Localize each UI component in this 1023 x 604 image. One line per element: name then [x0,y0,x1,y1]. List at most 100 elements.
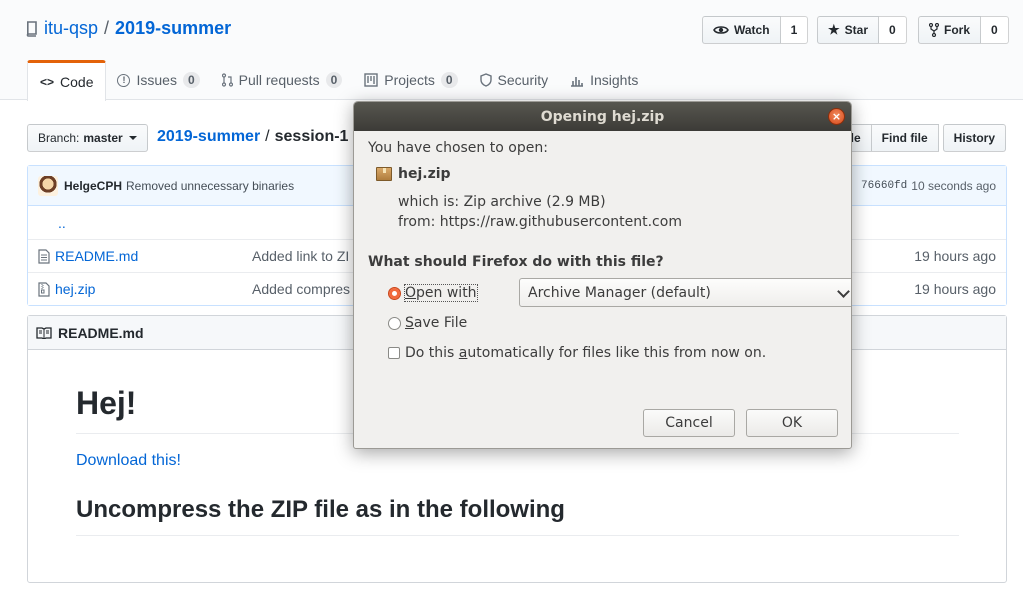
tab-pull-requests[interactable]: Pull requests 0 [211,60,354,100]
commit-message[interactable]: Removed unnecessary binaries [126,179,294,193]
tab-code[interactable]: <> Code [27,60,107,101]
file-name-text[interactable]: README.md [55,248,138,264]
application-select[interactable]: Archive Manager (default) [519,278,851,307]
auto-checkbox[interactable] [388,347,400,359]
repo-separator: / [104,18,110,38]
find-file-label: Find file [881,131,928,145]
tab-pull-requests-label: Pull requests [238,72,320,88]
auto-option[interactable]: Do this automatically for files like thi… [388,338,837,368]
issue-icon: ! [117,73,131,87]
commit-meta: 76660fd 10 seconds ago [861,179,996,193]
breadcrumb: 2019-summer / session-1 / [157,128,358,146]
watch-button[interactable]: Watch [702,16,781,44]
tab-security[interactable]: Security [469,60,560,100]
open-with-option[interactable]: Open with Archive Manager (default) [388,278,851,308]
tab-code-label: Code [60,74,94,90]
repo-title: itu-qsp / 2019-summer [26,18,231,39]
application-select-value: Archive Manager (default) [528,284,711,301]
tab-pull-requests-counter: 0 [325,72,343,88]
avatar[interactable] [38,175,58,196]
star-count[interactable]: 0 [879,16,907,44]
tab-issues-label: Issues [136,72,177,88]
breadcrumb-root-link[interactable]: 2019-summer [157,128,260,146]
commit-age: 10 seconds ago [911,178,996,193]
readme-title: README.md [58,324,144,341]
watch-count[interactable]: 1 [780,16,809,44]
ok-label: OK [781,415,803,431]
file-name[interactable]: hej.zip [38,281,95,297]
tab-projects-counter: 0 [440,72,458,88]
readme-subheading: Uncompress the ZIP file as in the follow… [76,496,959,536]
history-button[interactable]: History [942,124,1006,152]
pull-request-icon [221,73,233,87]
tab-projects-label: Projects [384,72,435,88]
which-value: Zip archive (2.9 MB) [463,194,606,210]
fork-icon [929,23,939,37]
fork-label: Fork [944,23,971,37]
breadcrumb-separator: / [265,128,270,145]
file-name[interactable]: README.md [38,248,138,264]
save-text: ave File [413,315,468,331]
breadcrumb-current: session-1 [274,128,349,145]
watch-label: Watch [734,23,770,37]
which-label: which is: [398,194,460,210]
repo-header: itu-qsp / 2019-summer Watch 1 ★ Star 0 F… [0,0,1023,101]
find-file-button[interactable]: Find file [870,124,939,152]
file-entry: hej.zip [376,166,837,182]
dialog-title: Opening hej.zip [540,108,665,125]
file-name-text[interactable]: hej.zip [55,281,95,297]
project-icon [364,73,378,87]
auto-label[interactable]: Do this automatically for files like thi… [405,345,766,361]
dialog-titlebar[interactable]: Opening hej.zip × [354,102,851,131]
file-text-icon [38,248,50,264]
from-value: https://raw.githubusercontent.com [439,214,682,230]
chosen-label: You have chosen to open: [368,140,548,156]
file-age: 19 hours ago [914,248,996,264]
fork-button[interactable]: Fork [918,16,982,44]
repo-nav-tabs: <> Code ! Issues 0 Pull requests 0 Proje… [27,60,649,101]
tab-issues[interactable]: ! Issues 0 [106,60,210,100]
tab-projects[interactable]: Projects 0 [353,60,468,100]
file-commit-message[interactable]: Added compres [252,281,350,297]
star-button[interactable]: ★ Star [817,16,879,44]
repo-icon [26,20,37,37]
fork-group: Fork 0 [918,16,1009,44]
tab-issues-counter: 0 [182,72,200,88]
ok-button[interactable]: OK [746,409,838,437]
open-with-text: pen with [416,285,477,301]
file-commit-message[interactable]: Added link to ZI [252,248,349,264]
history-label: History [953,131,995,145]
repo-name-link[interactable]: 2019-summer [115,18,231,39]
cancel-label: Cancel [665,415,713,431]
dialog-question: What should Firefox do with this file? [368,254,664,270]
file-info: which is: Zip archive (2.9 MB) from: htt… [398,192,837,232]
auto-pre: Do this [405,345,459,361]
branch-prefix: Branch: [38,131,80,145]
download-link[interactable]: Download this! [76,452,959,470]
cancel-button[interactable]: Cancel [643,409,735,437]
file-age: 19 hours ago [914,281,996,297]
open-with-radio[interactable] [388,286,401,300]
commit-author[interactable]: HelgeCPH [64,179,122,193]
file-actions: ile Find file History [836,124,1006,152]
branch-name: master [83,131,123,145]
eye-icon [713,26,729,34]
fork-count[interactable]: 0 [981,16,1009,44]
parent-dir-link[interactable]: .. [58,215,66,231]
save-file-radio[interactable] [388,316,401,330]
save-mnemonic: S [405,315,414,331]
commit-sha[interactable]: 76660fd [861,180,907,192]
from-label: from: [398,214,436,230]
save-file-option[interactable]: Save File [388,308,837,338]
save-file-label[interactable]: Save File [405,315,467,331]
caret-down-icon [128,136,137,140]
graph-icon [571,76,584,87]
watch-group: Watch 1 [702,16,809,44]
shield-icon [479,73,492,87]
dialog-filename: hej.zip [398,166,451,182]
tab-insights[interactable]: Insights [559,60,649,100]
close-icon[interactable]: × [828,108,845,125]
branch-select-button[interactable]: Branch: master [27,124,148,152]
repo-owner-link[interactable]: itu-qsp [44,18,98,39]
open-with-label[interactable]: Open with [404,284,478,302]
